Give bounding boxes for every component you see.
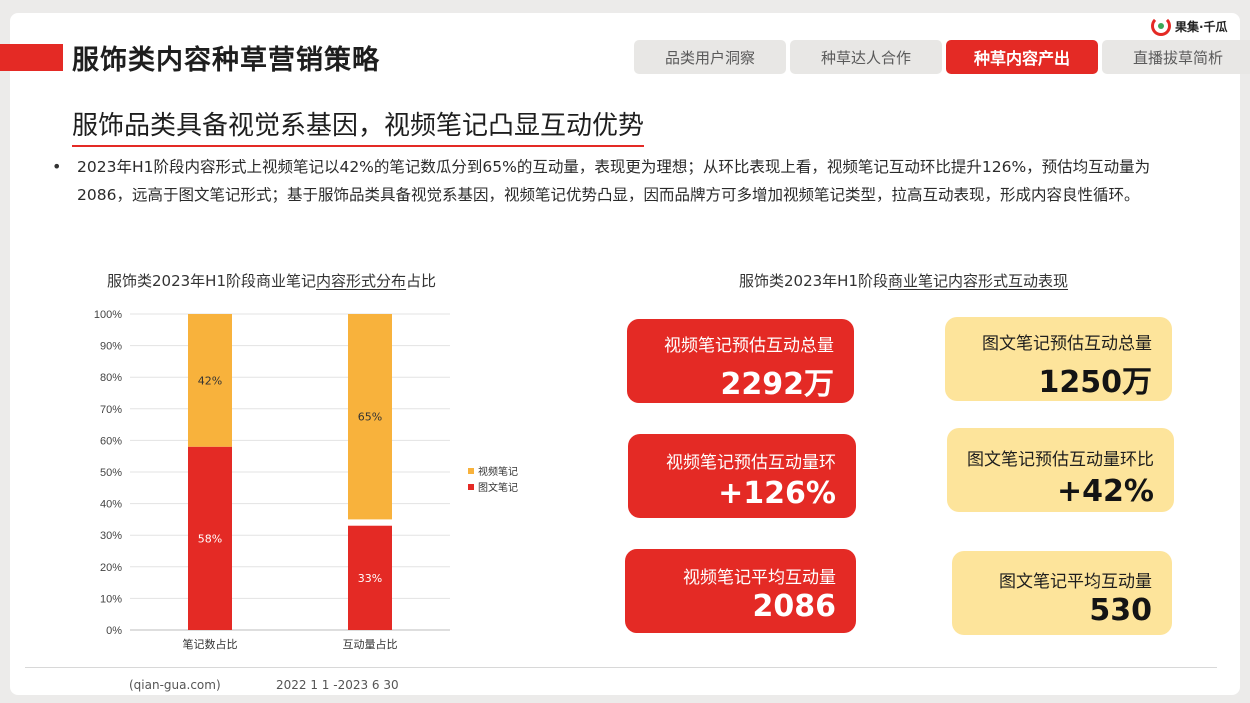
card-image-avg-label: 图文笔记平均互动量 (999, 572, 1152, 592)
card-image-total-value: 1250万 (1038, 365, 1153, 400)
tab-influencer-cooperation[interactable]: 种草达人合作 (790, 40, 942, 74)
y-tick-label: 20% (100, 562, 122, 574)
brand-logo-icon (1151, 16, 1171, 36)
left-chart-title-pre: 服饰类2023年H1阶段商业笔记 (107, 272, 316, 290)
bullet-marker: • (52, 157, 62, 176)
bar-label-video-note: 65% (358, 411, 382, 424)
y-tick-label: 100% (94, 309, 122, 321)
card-video-total-label: 视频笔记预估互动总量 (664, 336, 834, 356)
footer-source: (qian-gua.com) (129, 678, 221, 692)
y-tick-label: 80% (100, 372, 122, 384)
legend-swatch (468, 468, 474, 474)
bar-label-video-note: 42% (198, 374, 222, 387)
left-chart-title-post: 占比 (406, 272, 437, 290)
y-tick-label: 70% (100, 404, 122, 416)
y-tick-label: 0% (106, 625, 122, 637)
card-video-mom-value: +126% (718, 476, 836, 511)
title-accent-bar (0, 44, 63, 71)
brand-logo-text: 果集·千瓜 (1175, 19, 1228, 34)
summary-paragraph: 2023年H1阶段内容形式上视频笔记以42%的笔记数瓜分到65%的互动量，表现更… (77, 158, 1151, 204)
content-form-chart: 0% 10% 20% 30% 40% 50% 60% 70% 80% 90% 100% 58% 42% 笔… (94, 309, 518, 651)
section-tabs: 品类用户洞察 种草达人合作 种草内容产出 直播拔草简析 (634, 40, 1250, 74)
card-image-mom: 图文笔记预估互动量环比 +42% (947, 428, 1174, 512)
right-panel-title-underlined: 商业笔记内容形式互动表现 (888, 272, 1069, 290)
y-tick-label: 90% (100, 341, 122, 353)
bar-label-image-note: 58% (198, 532, 222, 545)
card-video-avg-label: 视频笔记平均互动量 (683, 568, 836, 588)
card-video-total: 视频笔记预估互动总量 2292万 (627, 319, 854, 403)
tab-livestream-analysis[interactable]: 直播拔草简析 (1102, 40, 1250, 74)
footer-date-range: 2022 1 1 -2023 6 30 (276, 678, 399, 692)
left-chart-title-underlined: 内容形式分布 (316, 272, 407, 290)
card-image-avg-value: 530 (1089, 593, 1152, 628)
footer-divider (25, 667, 1217, 668)
y-tick-label: 50% (100, 467, 122, 479)
tab-content-output[interactable]: 种草内容产出 (946, 40, 1098, 74)
x-tick-label: 笔记数占比 (183, 637, 238, 651)
y-tick-label: 30% (100, 530, 122, 542)
page-title: 服饰类内容种草营销策略 (72, 45, 380, 76)
tab-user-insight[interactable]: 品类用户洞察 (634, 40, 786, 74)
card-image-mom-value: +42% (1057, 474, 1154, 509)
card-video-mom: 视频笔记预估互动量环 +126% (628, 434, 856, 518)
left-chart-title: 服饰类2023年H1阶段商业笔记内容形式分布占比 (107, 270, 436, 291)
right-panel-title: 服饰类2023年H1阶段商业笔记内容形式互动表现 (739, 270, 1068, 291)
y-tick-label: 40% (100, 499, 122, 511)
legend-swatch (468, 484, 474, 490)
legend-label: 图文笔记 (478, 481, 518, 494)
card-video-avg-value: 2086 (752, 589, 837, 624)
right-panel-title-pre: 服饰类2023年H1阶段 (739, 272, 888, 290)
card-image-avg: 图文笔记平均互动量 530 (952, 551, 1172, 635)
x-tick-label: 互动量占比 (343, 637, 398, 651)
bar-label-image-note: 33% (358, 572, 382, 585)
card-video-mom-label: 视频笔记预估互动量环 (666, 453, 836, 473)
card-image-mom-label: 图文笔记预估互动量环比 (967, 450, 1154, 470)
y-tick-label: 60% (100, 435, 122, 447)
card-video-total-value: 2292万 (720, 367, 835, 402)
brand-logo: 果集·千瓜 (1151, 16, 1228, 36)
card-video-avg: 视频笔记平均互动量 2086 (625, 549, 856, 633)
legend-label: 视频笔记 (478, 465, 518, 478)
card-image-total-label: 图文笔记预估互动总量 (982, 334, 1152, 354)
y-tick-label: 10% (100, 593, 122, 605)
card-image-total: 图文笔记预估互动总量 1250万 (945, 317, 1172, 401)
section-subtitle: 服饰品类具备视觉系基因，视频笔记凸显互动优势 (72, 105, 645, 147)
